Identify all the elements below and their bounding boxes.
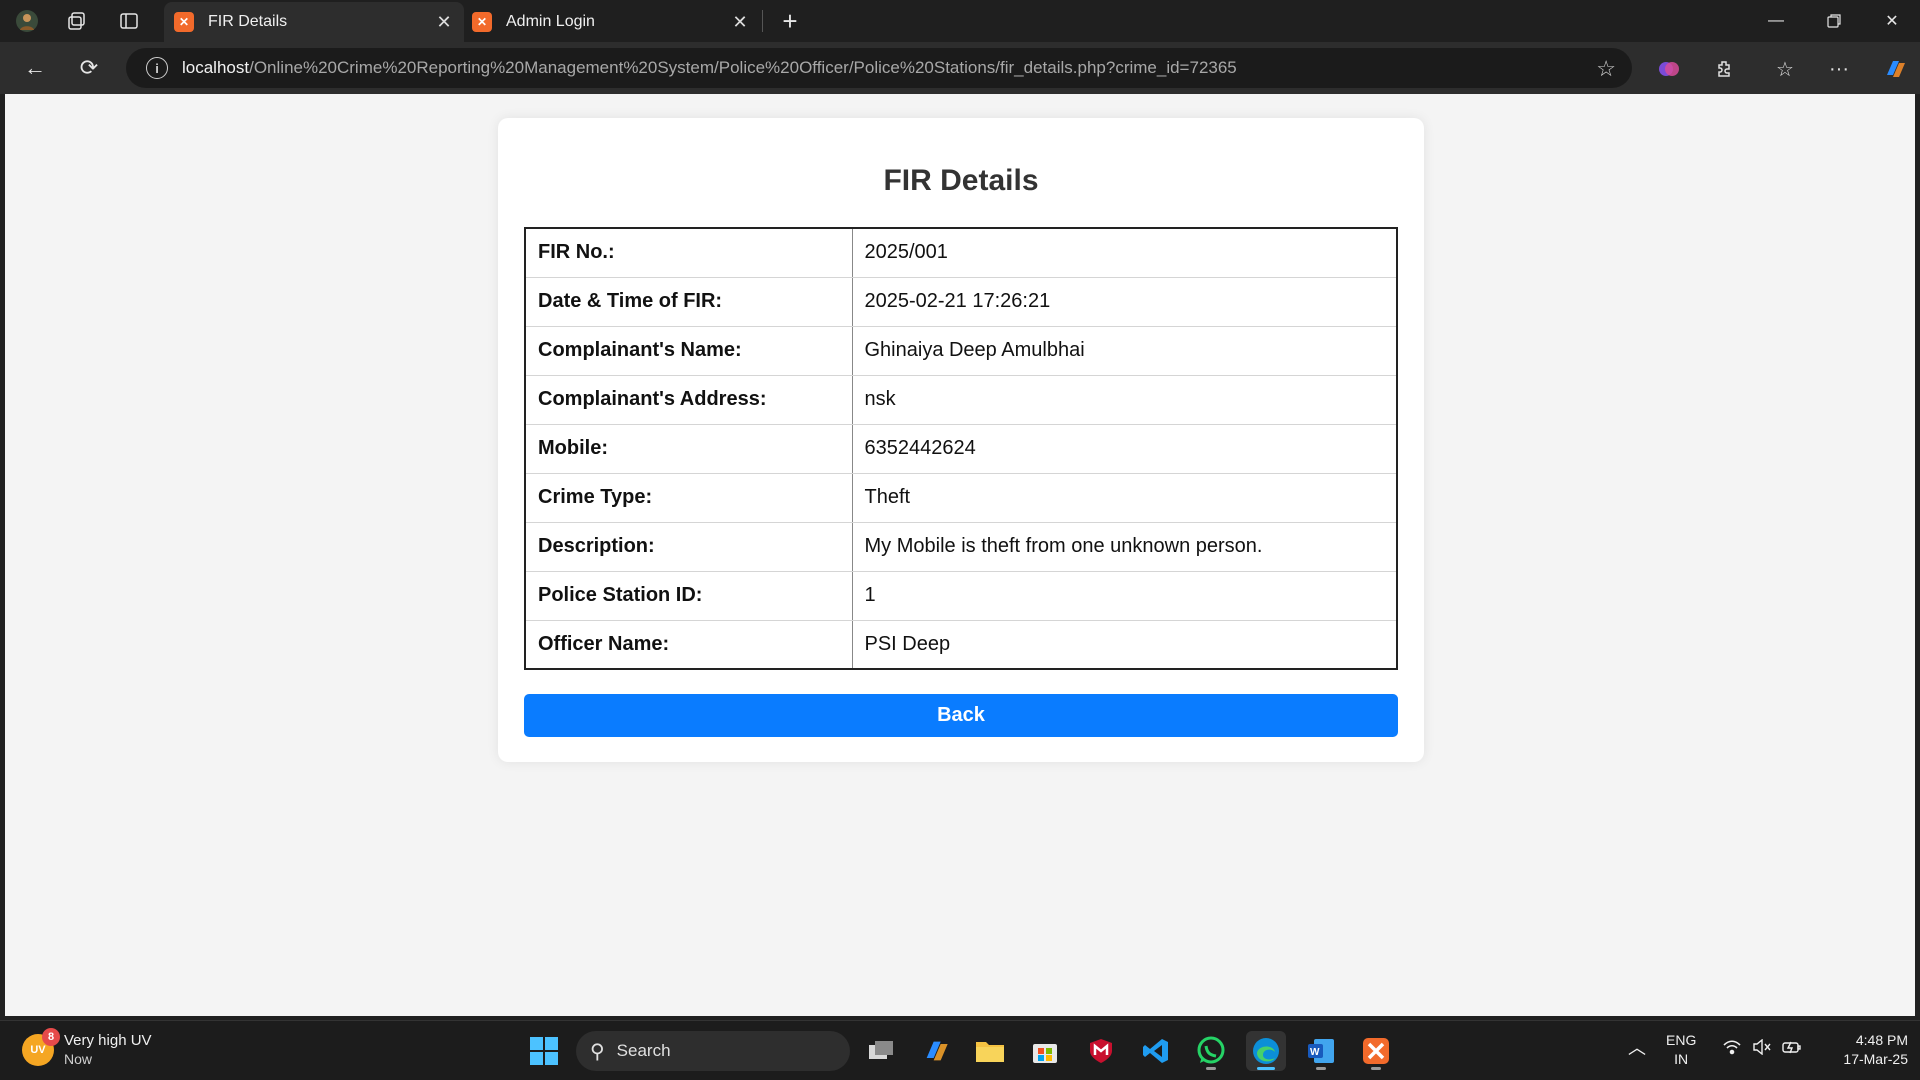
tab-label: FIR Details [208,13,288,30]
vscode-icon[interactable] [1136,1031,1176,1071]
microsoft-store-icon[interactable] [1025,1031,1065,1071]
url-text: localhost/Online%20Crime%20Reporting%20M… [182,58,1237,77]
field-label: Crime Type: [524,472,853,523]
table-row: Description: My Mobile is theft from one … [524,521,1398,572]
field-label: Complainant's Name: [524,325,853,376]
new-tab-icon[interactable]: + [775,6,805,36]
table-row: Complainant's Name: Ghinaiya Deep Amulbha… [524,325,1398,376]
language-indicator[interactable]: ENG IN [1666,1031,1696,1069]
address-bar[interactable]: i localhost/Online%20Crime%20Reporting%2… [126,48,1632,88]
favorites-list-icon[interactable]: ☆ [1770,54,1800,84]
tab-label: Admin Login [506,13,595,30]
tab-admin-login[interactable]: ✕ Admin Login ✕ [462,2,760,42]
wifi-icon[interactable] [1722,1039,1742,1060]
page-viewport: FIR Details FIR No.: 2025/001 Date & Time … [5,94,1915,1016]
page-title: FIR Details [883,164,1039,197]
field-value: nsk [851,374,1398,425]
tab-divider [762,10,763,32]
svg-text:W: W [1310,1047,1320,1058]
running-indicator [1371,1067,1381,1070]
close-tab-icon[interactable]: ✕ [728,12,752,33]
fir-details-table: FIR No.: 2025/001 Date & Time of FIR: 2025-… [524,227,1398,670]
table-row: Complainant's Address: nsk [524,374,1398,425]
start-windows-icon[interactable] [524,1031,564,1071]
table-row: FIR No.: 2025/001 [524,227,1398,278]
taskbar-search[interactable]: ⚲ Search [576,1031,850,1071]
whatsapp-icon[interactable] [1191,1031,1231,1071]
field-label: Mobile: [524,423,853,474]
browser-toolbar: ← ⟳ i localhost/Online%20Crime%20Reporti… [0,42,1920,94]
table-row: Crime Type: Theft [524,472,1398,523]
profile-avatar-icon[interactable] [14,8,40,34]
edge-browser-icon[interactable] [1246,1031,1286,1071]
restore-icon[interactable] [1806,6,1862,36]
volume-muted-icon[interactable] [1752,1038,1772,1060]
hidden-icons-chevron[interactable]: ︿ [1628,1039,1646,1058]
vertical-tabs-icon[interactable] [116,8,142,34]
field-value: PSI Deep [851,619,1398,670]
field-value: Ghinaiya Deep Amulbhai [851,325,1398,376]
field-value: 2025/001 [851,227,1398,278]
notification-count-badge: 8 [42,1028,60,1046]
clock[interactable]: 4:48 PM 17-Mar-25 [1822,1031,1908,1069]
browser-tab-bar: ✕ FIR Details ✕ ✕ Admin Login ✕ + — ✕ [0,0,1920,42]
field-label: Description: [524,521,853,572]
field-label: Date & Time of FIR: [524,276,853,327]
close-window-icon[interactable]: ✕ [1864,6,1920,36]
running-indicator [1206,1067,1216,1070]
table-row: Police Station ID: 1 [524,570,1398,621]
close-tab-icon[interactable]: ✕ [432,12,456,33]
extensions-icon[interactable] [1710,54,1740,84]
word-icon[interactable]: W [1301,1031,1341,1071]
running-indicator [1316,1067,1326,1070]
tab-fir-details[interactable]: ✕ FIR Details ✕ [164,2,464,42]
table-row: Mobile: 6352442624 [524,423,1398,474]
copilot-icon[interactable] [1880,54,1910,84]
table-row: Date & Time of FIR: 2025-02-21 17:26:21 [524,276,1398,327]
task-view-icon[interactable] [861,1031,901,1071]
weather-widget[interactable]: UV 8 Very high UV Now [22,1028,152,1069]
uv-sun-icon: UV 8 [22,1028,60,1066]
xampp-app-icon[interactable] [1356,1031,1396,1071]
windows-taskbar: UV 8 Very high UV Now ⚲ Search W ︿ ENG I… [0,1020,1920,1080]
mcafee-icon[interactable] [1081,1031,1121,1071]
file-explorer-icon[interactable] [970,1031,1010,1071]
copilot-brain-icon[interactable] [1654,54,1684,84]
field-label: Police Station ID: [524,570,853,621]
field-value: 6352442624 [851,423,1398,474]
running-indicator [1257,1067,1275,1070]
refresh-icon[interactable]: ⟳ [72,52,106,84]
field-value: Theft [851,472,1398,523]
field-label: Officer Name: [524,619,853,670]
weather-title: Very high UV [64,1032,152,1049]
field-value: 2025-02-21 17:26:21 [851,276,1398,327]
fir-details-card: FIR Details FIR No.: 2025/001 Date & Time … [498,118,1424,762]
copilot-app-icon[interactable] [916,1031,956,1071]
search-icon: ⚲ [590,1040,605,1063]
field-value: 1 [851,570,1398,621]
favorite-star-icon[interactable]: ☆ [1596,56,1616,82]
field-label: Complainant's Address: [524,374,853,425]
minimize-icon[interactable]: — [1748,6,1804,36]
field-label: FIR No.: [524,227,853,278]
more-options-icon[interactable]: ··· [1824,54,1854,84]
table-row: Officer Name: PSI Deep [524,619,1398,670]
battery-icon[interactable] [1782,1039,1802,1060]
search-placeholder: Search [616,1041,671,1060]
weather-subtitle: Now [64,1051,93,1067]
field-value: My Mobile is theft from one unknown pers… [851,521,1398,572]
xampp-icon: ✕ [472,12,492,32]
back-button[interactable]: Back [524,694,1398,737]
xampp-icon: ✕ [174,12,194,32]
site-info-icon[interactable]: i [146,57,168,79]
back-arrow-icon[interactable]: ← [18,52,52,84]
workspaces-icon[interactable] [64,8,90,34]
